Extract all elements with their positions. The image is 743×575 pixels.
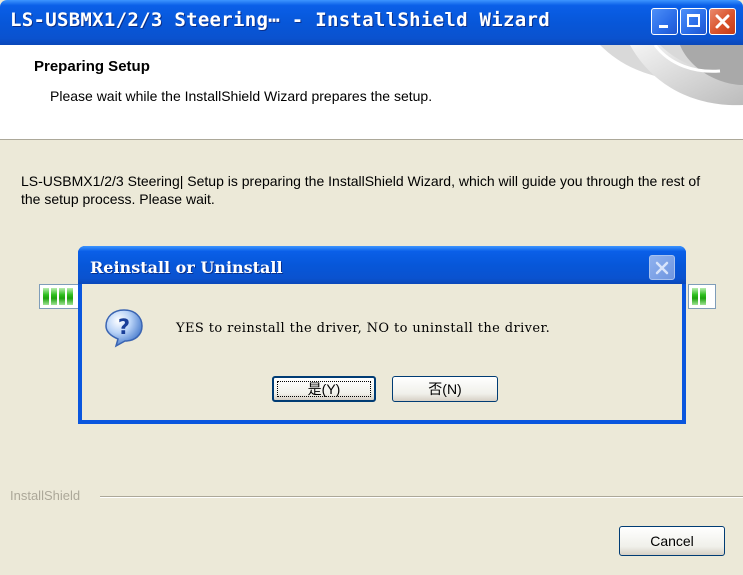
progress-bar [39, 284, 83, 309]
minimize-icon [659, 25, 668, 28]
setup-message: LS-USBMX1/2/3 Steering| Setup is prepari… [21, 173, 701, 207]
svg-text:?: ? [118, 315, 130, 339]
progress-segment [43, 288, 49, 305]
close-button[interactable] [709, 8, 736, 35]
close-icon [715, 14, 730, 29]
installshield-banner-graphic-icon [600, 45, 743, 106]
group-divider [100, 496, 743, 498]
progress-segment [67, 288, 73, 305]
reinstall-dialog: Reinstall or Uninstall ? YES to reinstal… [78, 246, 686, 424]
close-icon [655, 261, 669, 275]
window-title: LS-USBMX1/2/3 Steering⋯ - InstallShield … [10, 9, 550, 31]
page-title: Preparing Setup [34, 58, 150, 75]
dialog-title: Reinstall or Uninstall [90, 258, 283, 277]
page-subtitle: Please wait while the InstallShield Wiza… [50, 88, 433, 104]
maximize-icon [687, 14, 700, 27]
progress-segment [692, 288, 698, 305]
installshield-label: InstallShield [10, 488, 85, 503]
header-panel: Preparing Setup Please wait while the In… [0, 45, 743, 140]
no-button[interactable]: 否(N) [392, 376, 498, 402]
minimize-button[interactable] [651, 8, 678, 35]
dialog-body: ? YES to reinstall the driver, NO to uni… [82, 284, 682, 420]
question-icon: ? [105, 309, 143, 348]
dialog-close-button[interactable] [649, 255, 675, 280]
dialog-title-bar[interactable]: Reinstall or Uninstall [78, 246, 686, 284]
yes-button[interactable]: 是(Y) [272, 376, 376, 402]
title-bar[interactable]: LS-USBMX1/2/3 Steering⋯ - InstallShield … [0, 0, 743, 45]
dialog-message: YES to reinstall the driver, NO to unins… [176, 321, 551, 336]
progress-segment [700, 288, 706, 305]
progress-bar-end [688, 284, 716, 309]
cancel-button[interactable]: Cancel [619, 526, 725, 556]
focus-ring [277, 381, 371, 397]
maximize-button[interactable] [680, 8, 707, 35]
progress-segment [59, 288, 65, 305]
progress-segment [51, 288, 57, 305]
